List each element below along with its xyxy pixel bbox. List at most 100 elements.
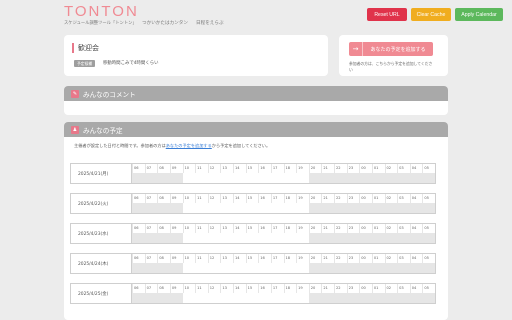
day-row[interactable]: 2025/4/23(水) 06 07 08 09 10 11 12 13 14 15 16 17 18 19… — [70, 223, 436, 244]
hour-label: 03 — [397, 194, 410, 203]
hour-label: 20 — [308, 254, 322, 263]
hour-label: 11 — [195, 224, 208, 233]
hour-label: 23 — [346, 194, 360, 203]
hour-label: 15 — [245, 164, 259, 173]
hour-label: 08 — [157, 164, 170, 173]
day-row[interactable]: 2025/4/21(月) 06 07 08 09 10 11 12 13 14 15 16 17 18 19… — [70, 163, 436, 184]
hour-label: 19 — [296, 284, 309, 293]
time-slots[interactable]: 06 07 08 09 10 11 12 13 14 15 16 17 18 19 20 21 22 23 00 01… — [132, 224, 435, 243]
schedule-intro: 主催者が設定した日付と時間です。参加者の方はあなたの予定を追加するから予定を追加… — [74, 143, 270, 149]
hour-label: 06 — [132, 284, 145, 293]
hour-label: 17 — [270, 284, 284, 293]
hour-label: 02 — [384, 164, 398, 173]
schedule-title: みんなの予定 — [83, 126, 123, 135]
hour-label: 10 — [182, 164, 196, 173]
hour-label: 08 — [157, 224, 170, 233]
hour-label: 11 — [195, 164, 208, 173]
logo-subtitle: スケジュール調整ツール「トントン」 — [64, 21, 137, 26]
hour-label: 23 — [346, 254, 360, 263]
open-slot-band[interactable] — [182, 263, 309, 273]
hour-label: 03 — [397, 284, 410, 293]
candidate-tag: 予定候補 — [74, 60, 96, 67]
hour-label: 07 — [144, 284, 158, 293]
hour-label: 00 — [359, 164, 372, 173]
hour-label: 00 — [359, 224, 372, 233]
logo[interactable]: TONTON スケジュール調整ツール「トントン」 — [64, 4, 137, 30]
hour-label: 11 — [195, 194, 208, 203]
open-slot-band[interactable] — [182, 293, 309, 303]
hour-label: 16 — [258, 224, 271, 233]
hour-label: 21 — [321, 284, 334, 293]
day-date: 2025/4/22(火) — [71, 194, 132, 213]
open-slot-band[interactable] — [182, 203, 309, 213]
intro-text: 主催者が設定した日付と時間です。参加者の方は — [74, 143, 166, 148]
intro-add-link[interactable]: あなたの予定を追加する — [166, 143, 212, 148]
hour-label: 18 — [283, 164, 297, 173]
hour-label: 04 — [409, 164, 423, 173]
day-row[interactable]: 2025/4/24(木) 06 07 08 09 10 11 12 13 14 15 16 17 18 19… — [70, 253, 436, 274]
arrow-right-icon: → — [349, 42, 363, 56]
hour-label: 09 — [169, 224, 183, 233]
day-row[interactable]: 2025/4/22(火) 06 07 08 09 10 11 12 13 14 15 16 17 18 19… — [70, 193, 436, 214]
hour-label: 23 — [346, 224, 360, 233]
hour-label: 12 — [207, 224, 221, 233]
hour-label: 05 — [422, 224, 435, 233]
hour-label: 16 — [258, 284, 271, 293]
hour-label: 04 — [409, 194, 423, 203]
hour-label: 07 — [144, 254, 158, 263]
hour-label: 17 — [270, 224, 284, 233]
hour-label: 15 — [245, 254, 259, 263]
hour-label: 19 — [296, 164, 309, 173]
clear-cache-button[interactable]: Clear Cache — [411, 8, 451, 21]
hour-label: 16 — [258, 194, 271, 203]
comments-title: みんなのコメント — [83, 90, 136, 99]
hour-label: 03 — [397, 254, 410, 263]
hour-labels: 06 07 08 09 10 11 12 13 14 15 16 17 18 19 20 21 22 23 00 01… — [132, 164, 435, 173]
hour-label: 15 — [245, 194, 259, 203]
hour-label: 14 — [233, 164, 246, 173]
hour-label: 18 — [283, 284, 297, 293]
hour-label: 00 — [359, 194, 372, 203]
hour-label: 13 — [220, 194, 233, 203]
nav-choose-dates[interactable]: 日程をえらぶ — [196, 20, 224, 26]
hour-label: 23 — [346, 164, 360, 173]
hour-label: 16 — [258, 164, 271, 173]
comment-icon: ✎ — [71, 89, 79, 98]
hour-label: 07 — [144, 224, 158, 233]
nav-how-to-use[interactable]: つかいかたはカンタン — [142, 20, 188, 26]
hour-labels: 06 07 08 09 10 11 12 13 14 15 16 17 18 19 20 21 22 23 00 01… — [132, 254, 435, 263]
add-schedule-note: 参加者の方は、こちらから予定を追加してください — [349, 61, 433, 72]
hour-label: 14 — [233, 194, 246, 203]
hour-label: 06 — [132, 194, 145, 203]
hour-label: 19 — [296, 224, 309, 233]
time-slots[interactable]: 06 07 08 09 10 11 12 13 14 15 16 17 18 19 20 21 22 23 00 01… — [132, 284, 435, 303]
time-slots[interactable]: 06 07 08 09 10 11 12 13 14 15 16 17 18 19 20 21 22 23 00 01… — [132, 164, 435, 183]
hour-label: 16 — [258, 254, 271, 263]
hour-label: 07 — [144, 194, 158, 203]
hour-label: 09 — [169, 254, 183, 263]
add-schedule-button[interactable]: → あなたの予定を追加する — [349, 42, 433, 56]
hour-label: 13 — [220, 164, 233, 173]
hour-label: 22 — [334, 224, 347, 233]
hour-label: 10 — [182, 254, 196, 263]
time-slots[interactable]: 06 07 08 09 10 11 12 13 14 15 16 17 18 19 20 21 22 23 00 01… — [132, 194, 435, 213]
hour-label: 22 — [334, 254, 347, 263]
open-slot-band[interactable] — [182, 233, 309, 243]
time-slots[interactable]: 06 07 08 09 10 11 12 13 14 15 16 17 18 19 20 21 22 23 00 01… — [132, 254, 435, 273]
hour-label: 06 — [132, 254, 145, 263]
hour-label: 22 — [334, 194, 347, 203]
hour-label: 05 — [422, 284, 435, 293]
hour-label: 21 — [321, 254, 334, 263]
open-slot-band[interactable] — [182, 173, 309, 183]
reset-url-button[interactable]: Reset URL — [367, 8, 407, 21]
hour-label: 05 — [422, 254, 435, 263]
hour-label: 11 — [195, 254, 208, 263]
apply-calendar-button[interactable]: Apply Calendar — [455, 8, 503, 21]
hour-label: 09 — [169, 284, 183, 293]
hour-label: 18 — [283, 254, 297, 263]
day-row[interactable]: 2025/4/25(金) 06 07 08 09 10 11 12 13 14 15 16 17 18 19… — [70, 283, 436, 304]
hour-label: 22 — [334, 284, 347, 293]
hour-label: 04 — [409, 254, 423, 263]
hour-label: 18 — [283, 224, 297, 233]
hour-label: 02 — [384, 254, 398, 263]
